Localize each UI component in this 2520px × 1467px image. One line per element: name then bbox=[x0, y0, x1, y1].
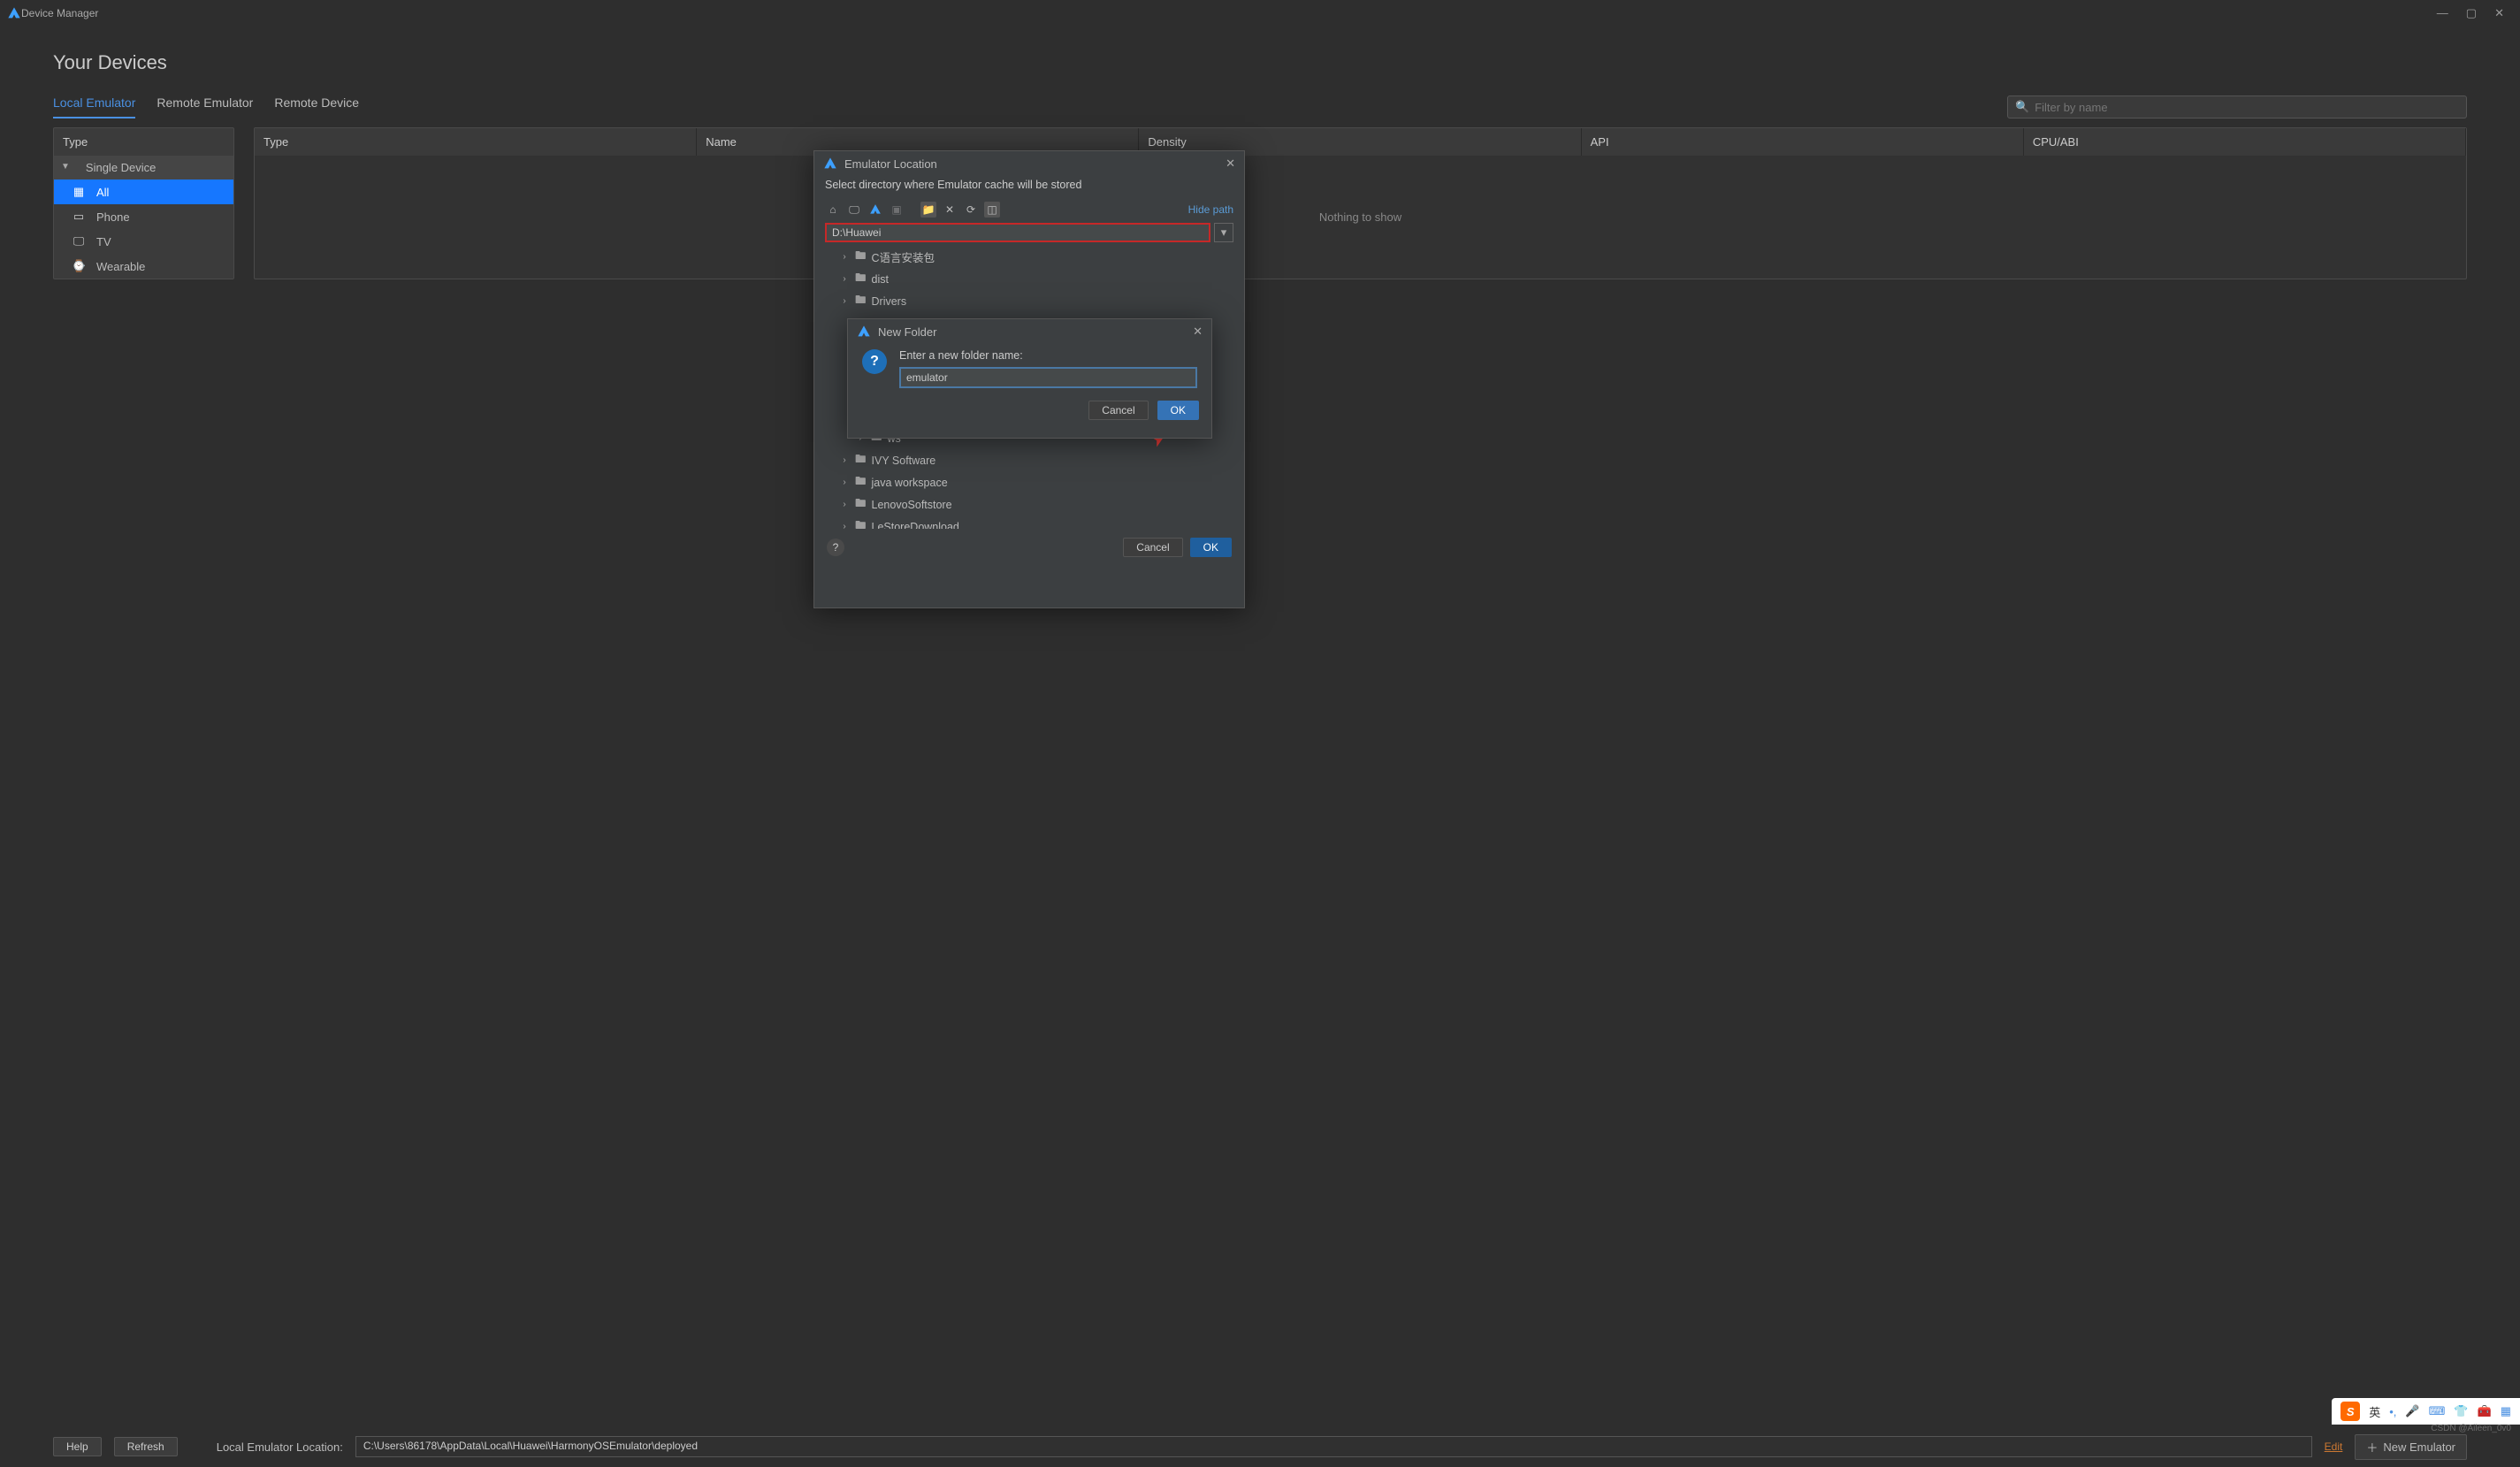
ime-punct-icon[interactable]: •, bbox=[2389, 1405, 2396, 1418]
edit-location-link[interactable]: Edit bbox=[2325, 1440, 2343, 1453]
grid-icon: ▦ bbox=[72, 185, 86, 199]
new-folder-close-icon[interactable]: ✕ bbox=[1193, 325, 1203, 339]
location-label: Local Emulator Location: bbox=[217, 1440, 343, 1454]
phone-icon: ▭ bbox=[72, 210, 86, 224]
path-input[interactable] bbox=[825, 223, 1210, 242]
refresh-button[interactable]: Refresh bbox=[114, 1437, 178, 1456]
type-sidebar: Type ▼ Single Device ▦ All ▭ Phone 🖵 TV … bbox=[53, 127, 234, 279]
folder-icon: 🖿 bbox=[855, 248, 867, 266]
location-cancel-button[interactable]: Cancel bbox=[1123, 538, 1182, 557]
sidebar-item-all[interactable]: ▦ All bbox=[54, 180, 233, 204]
th-cpu-abi[interactable]: CPU/ABI bbox=[2024, 128, 2466, 156]
search-icon: 🔍 bbox=[2015, 100, 2029, 114]
close-button[interactable]: ✕ bbox=[2494, 6, 2504, 20]
home-icon[interactable]: ⌂ bbox=[825, 202, 841, 218]
table-header-row: Type Name Density API CPU/ABI Size on Di… bbox=[255, 128, 2466, 156]
tab-remote-emulator[interactable]: Remote Emulator bbox=[157, 96, 253, 118]
desktop-icon[interactable]: 🖵 bbox=[846, 202, 862, 218]
window-title: Device Manager bbox=[21, 7, 2437, 19]
hide-path-link[interactable]: Hide path bbox=[1188, 203, 1233, 216]
folder-icon: 🖿 bbox=[855, 473, 867, 492]
title-bar: Device Manager — ▢ ✕ bbox=[0, 0, 2520, 27]
th-type[interactable]: Type bbox=[255, 128, 697, 156]
ime-menu-icon[interactable]: ▦ bbox=[2501, 1404, 2511, 1418]
empty-state: Nothing to show bbox=[255, 156, 2466, 279]
ime-toolbox-icon[interactable]: 🧰 bbox=[2478, 1404, 2492, 1418]
help-icon[interactable]: ? bbox=[827, 539, 844, 556]
sidebar-item-tv[interactable]: 🖵 TV bbox=[54, 229, 233, 254]
sidebar-item-wearable[interactable]: ⌚ Wearable bbox=[54, 254, 233, 279]
th-api[interactable]: API bbox=[1582, 128, 2024, 156]
tab-bar: Local Emulator Remote Emulator Remote De… bbox=[53, 96, 2467, 118]
filter-input-wrap[interactable]: 🔍 bbox=[2007, 96, 2467, 118]
new-folder-name-input[interactable] bbox=[899, 367, 1197, 388]
ime-toolbar[interactable]: S 英 •, 🎤 ⌨ 👕 🧰 ▦ bbox=[2332, 1398, 2520, 1425]
sidebar-header: Type bbox=[54, 128, 233, 156]
folder-icon: 🖿 bbox=[855, 292, 867, 310]
folder-icon: 🖿 bbox=[855, 451, 867, 470]
new-folder-title: New Folder bbox=[878, 325, 936, 339]
page-title: Your Devices bbox=[53, 51, 2467, 74]
tv-icon: 🖵 bbox=[72, 234, 86, 248]
new-folder-prompt: Enter a new folder name: bbox=[899, 349, 1197, 362]
maximize-button[interactable]: ▢ bbox=[2466, 6, 2477, 20]
location-value: C:\Users\86178\AppData\Local\Huawei\Harm… bbox=[355, 1436, 2312, 1457]
dialog-title: Emulator Location bbox=[844, 157, 937, 171]
question-icon: ? bbox=[862, 349, 887, 374]
new-folder-cancel-button[interactable]: Cancel bbox=[1088, 401, 1148, 420]
tab-local-emulator[interactable]: Local Emulator bbox=[53, 96, 135, 118]
folder-icon: 🖿 bbox=[855, 517, 867, 529]
dialog-close-icon[interactable]: ✕ bbox=[1226, 157, 1235, 171]
dialog-description: Select directory where Emulator cache wi… bbox=[814, 176, 1244, 200]
watch-icon: ⌚ bbox=[72, 259, 86, 273]
ime-language[interactable]: 英 bbox=[2369, 1403, 2380, 1420]
location-ok-button[interactable]: OK bbox=[1190, 538, 1232, 557]
delete-icon[interactable]: ✕ bbox=[942, 202, 958, 218]
dialog-toolbar: ⌂ 🖵 ▣ 📁 ✕ ⟳ ◫ Hide path bbox=[814, 200, 1244, 223]
folder-icon: 🖿 bbox=[855, 495, 867, 514]
ime-mic-icon[interactable]: 🎤 bbox=[2405, 1404, 2419, 1418]
ime-skin-icon[interactable]: 👕 bbox=[2454, 1404, 2468, 1418]
ime-keyboard-icon[interactable]: ⌨ bbox=[2429, 1404, 2446, 1418]
dialog-logo-icon bbox=[823, 157, 837, 171]
app-logo-icon bbox=[7, 6, 21, 20]
minimize-button[interactable]: — bbox=[2437, 6, 2448, 20]
new-folder-icon[interactable]: 📁 bbox=[920, 202, 936, 218]
plus-icon: ＋ bbox=[2366, 1439, 2378, 1456]
new-emulator-button[interactable]: ＋ New Emulator bbox=[2355, 1434, 2467, 1460]
sogou-icon[interactable]: S bbox=[2341, 1402, 2360, 1421]
module-icon[interactable]: ▣ bbox=[889, 202, 905, 218]
refresh-icon[interactable]: ⟳ bbox=[963, 202, 979, 218]
sidebar-item-phone[interactable]: ▭ Phone bbox=[54, 204, 233, 229]
path-history-dropdown[interactable]: ▾ bbox=[1214, 223, 1233, 242]
project-icon[interactable] bbox=[867, 202, 883, 218]
dialog-logo-icon bbox=[857, 325, 871, 339]
sidebar-category-single-device[interactable]: ▼ Single Device bbox=[54, 156, 233, 180]
new-folder-dialog: New Folder ✕ ? Enter a new folder name: … bbox=[847, 318, 1212, 439]
help-button[interactable]: Help bbox=[53, 1437, 102, 1456]
chevron-down-icon: ▼ bbox=[61, 162, 70, 172]
tab-remote-device[interactable]: Remote Device bbox=[274, 96, 359, 118]
footer-bar: Help Refresh Local Emulator Location: C:… bbox=[0, 1426, 2520, 1467]
show-hidden-icon[interactable]: ◫ bbox=[984, 202, 1000, 218]
watermark: CSDN @Aileen_0v0 bbox=[2431, 1424, 2511, 1433]
new-folder-ok-button[interactable]: OK bbox=[1157, 401, 1199, 420]
filter-input[interactable] bbox=[2035, 101, 2459, 114]
device-table: Type Name Density API CPU/ABI Size on Di… bbox=[254, 127, 2467, 279]
folder-icon: 🖿 bbox=[855, 270, 867, 288]
